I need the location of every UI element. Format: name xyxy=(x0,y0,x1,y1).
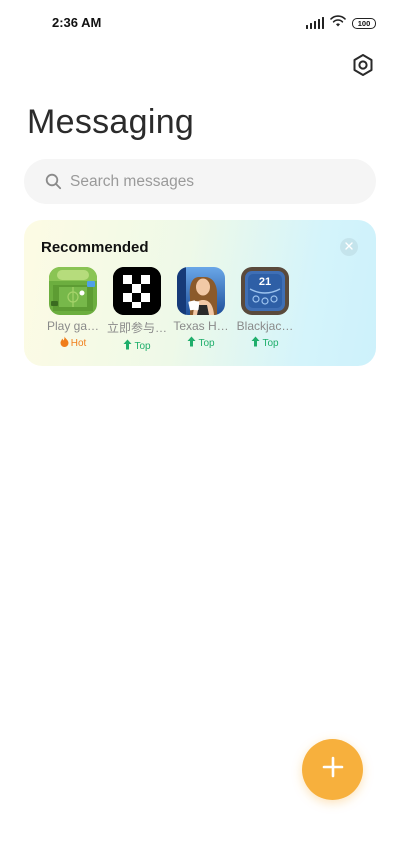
search-bar[interactable] xyxy=(24,159,376,204)
arrow-up-icon xyxy=(187,336,196,350)
settings-icon xyxy=(352,53,374,82)
battery-icon: 100 xyxy=(352,17,376,29)
checkerboard-app-icon xyxy=(113,267,161,315)
recommended-apps: Play ga… Hot 立即参与… Top Texas H… Top 21 B… xyxy=(41,267,297,353)
app-name: Texas H… xyxy=(173,319,229,333)
arrow-up-icon xyxy=(123,339,132,353)
recommended-card: Recommended Play ga… Hot 立即参与… Top Texas… xyxy=(24,220,376,366)
status-time: 2:36 AM xyxy=(52,15,102,30)
wifi-icon xyxy=(330,14,346,32)
blackjack-app-icon: 21 xyxy=(241,267,289,315)
settings-button[interactable] xyxy=(346,50,380,84)
badge-label: Top xyxy=(262,337,279,349)
app-badge-top: Top xyxy=(123,339,151,353)
badge-label: Top xyxy=(198,337,215,349)
battery-level: 100 xyxy=(357,18,371,28)
close-button[interactable] xyxy=(340,238,358,256)
app-badge-top: Top xyxy=(251,336,279,350)
blackjack-icon-text: 21 xyxy=(259,276,271,288)
recommended-app-blackjack[interactable]: 21 Blackjac… Top xyxy=(233,267,297,353)
pinball-game-icon xyxy=(49,267,97,315)
arrow-up-icon xyxy=(251,336,260,350)
app-name: Play ga… xyxy=(46,319,100,333)
app-badge-top: Top xyxy=(187,336,215,350)
page-title: Messaging xyxy=(27,103,195,141)
search-input[interactable] xyxy=(70,172,350,191)
status-icons: 100 xyxy=(305,14,376,32)
app-name: 立即参与… xyxy=(106,321,167,335)
close-icon xyxy=(345,241,353,253)
app-name: Blackjac… xyxy=(236,319,294,333)
app-badge-hot: Hot xyxy=(60,336,87,350)
badge-label: Top xyxy=(134,340,151,352)
status-bar: 2:36 AM 100 xyxy=(0,0,400,44)
poker-app-icon xyxy=(177,267,225,315)
badge-label: Hot xyxy=(70,337,87,349)
flame-icon xyxy=(60,336,69,350)
recommended-app-2[interactable]: 立即参与… Top xyxy=(105,267,169,353)
recommended-app-play-games[interactable]: Play ga… Hot xyxy=(41,267,105,353)
signal-icon xyxy=(305,17,324,29)
plus-icon xyxy=(321,755,345,784)
search-icon xyxy=(44,173,62,191)
recommended-title: Recommended xyxy=(41,239,149,256)
recommended-app-texas-holdem[interactable]: Texas H… Top xyxy=(169,267,233,353)
new-message-button[interactable] xyxy=(302,739,363,800)
